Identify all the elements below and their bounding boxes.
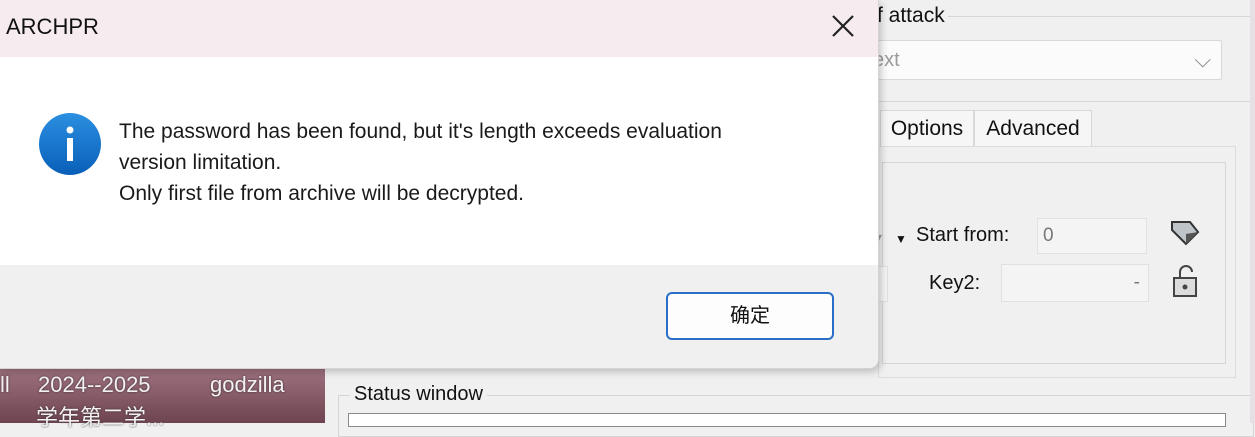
desktop-text-2: 2024--2025 (38, 372, 151, 397)
desktop-text-1: ll (0, 372, 10, 397)
start-from-label: Start from: (916, 224, 1010, 246)
window-edge (1250, 0, 1255, 423)
range-group (882, 162, 1226, 364)
tab-options[interactable]: Options (880, 110, 974, 147)
desktop-wallpaper-strip: ll 2024--2025 godzilla 学年第二学... (0, 368, 325, 430)
desktop-text-4: 学年第二学... (36, 405, 165, 430)
status-window-log[interactable] (348, 413, 1226, 427)
tab-advanced-label: Advanced (986, 117, 1080, 140)
dialog-titlebar: ARCHPR (0, 0, 878, 57)
key2-value: - (1133, 272, 1140, 293)
close-button[interactable] (820, 6, 866, 46)
start-from-input[interactable]: 0 (1037, 218, 1147, 254)
ok-button[interactable]: 确定 (666, 292, 834, 340)
small-arrow-icon: ▼ (895, 232, 907, 246)
status-window-title: Status window (350, 383, 487, 406)
tab-advanced[interactable]: Advanced (974, 110, 1092, 147)
chevron-down-icon: ⌵ (1194, 47, 1211, 72)
key2-input[interactable]: - (1001, 264, 1149, 302)
info-icon (38, 112, 102, 176)
eraser-icon[interactable] (1168, 216, 1202, 250)
message-line-1: The password has been found, but it's le… (119, 120, 722, 143)
message-line-3: Only first file from archive will be dec… (119, 182, 524, 205)
key2-label: Key2: (929, 272, 981, 294)
attack-type-group-title: f attack (874, 4, 948, 28)
start-from-value: 0 (1043, 225, 1054, 246)
close-icon (832, 15, 854, 37)
message-dialog: ARCHPR The password has been found, but … (0, 0, 879, 369)
unlock-icon[interactable] (1168, 264, 1202, 298)
dialog-title: ARCHPR (6, 14, 99, 39)
tab-options-label: Options (890, 117, 964, 140)
dialog-message: The password has been found, but it's le… (119, 116, 849, 209)
message-line-2: version limitation. (119, 151, 282, 174)
attack-type-combo[interactable]: ext ⌵ (860, 40, 1222, 80)
desktop-text-3: godzilla (210, 372, 285, 397)
